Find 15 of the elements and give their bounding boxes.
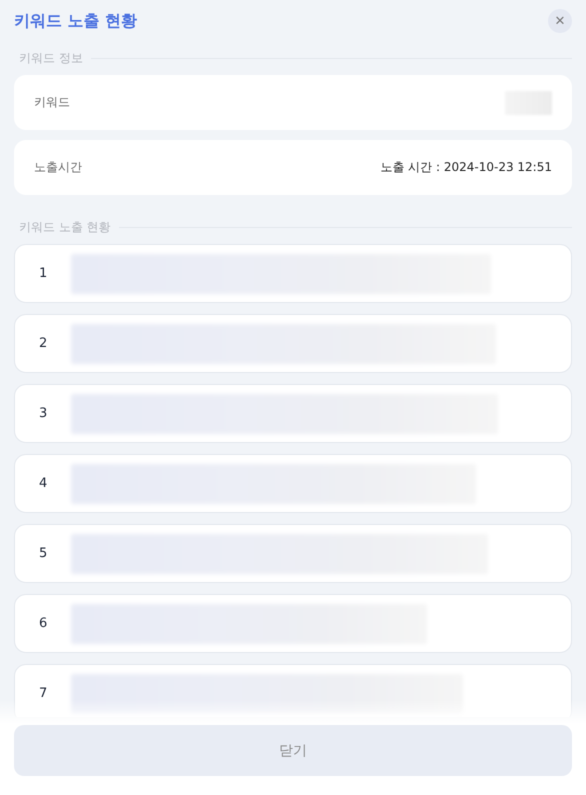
- rank-number: 3: [39, 406, 48, 421]
- field-value: 노출 시간 : 2024-10-23 12:51: [380, 159, 552, 176]
- section-heading: 키워드 정보: [19, 50, 83, 67]
- dialog-title: 키워드 노출 현황: [14, 10, 138, 32]
- close-button[interactable]: ×: [548, 9, 572, 33]
- close-dialog-button[interactable]: 닫기: [14, 725, 572, 776]
- field-label: 키워드: [34, 94, 70, 111]
- field-label: 노출시간: [34, 159, 82, 176]
- section-heading: 키워드 노출 현황: [19, 219, 111, 236]
- rank-number: 1: [39, 266, 48, 281]
- rank-number: 4: [39, 476, 48, 491]
- rank-number: 6: [39, 616, 48, 631]
- rank-number: 5: [39, 546, 48, 561]
- rank-number: 2: [39, 336, 48, 351]
- rank-number: 7: [39, 686, 48, 701]
